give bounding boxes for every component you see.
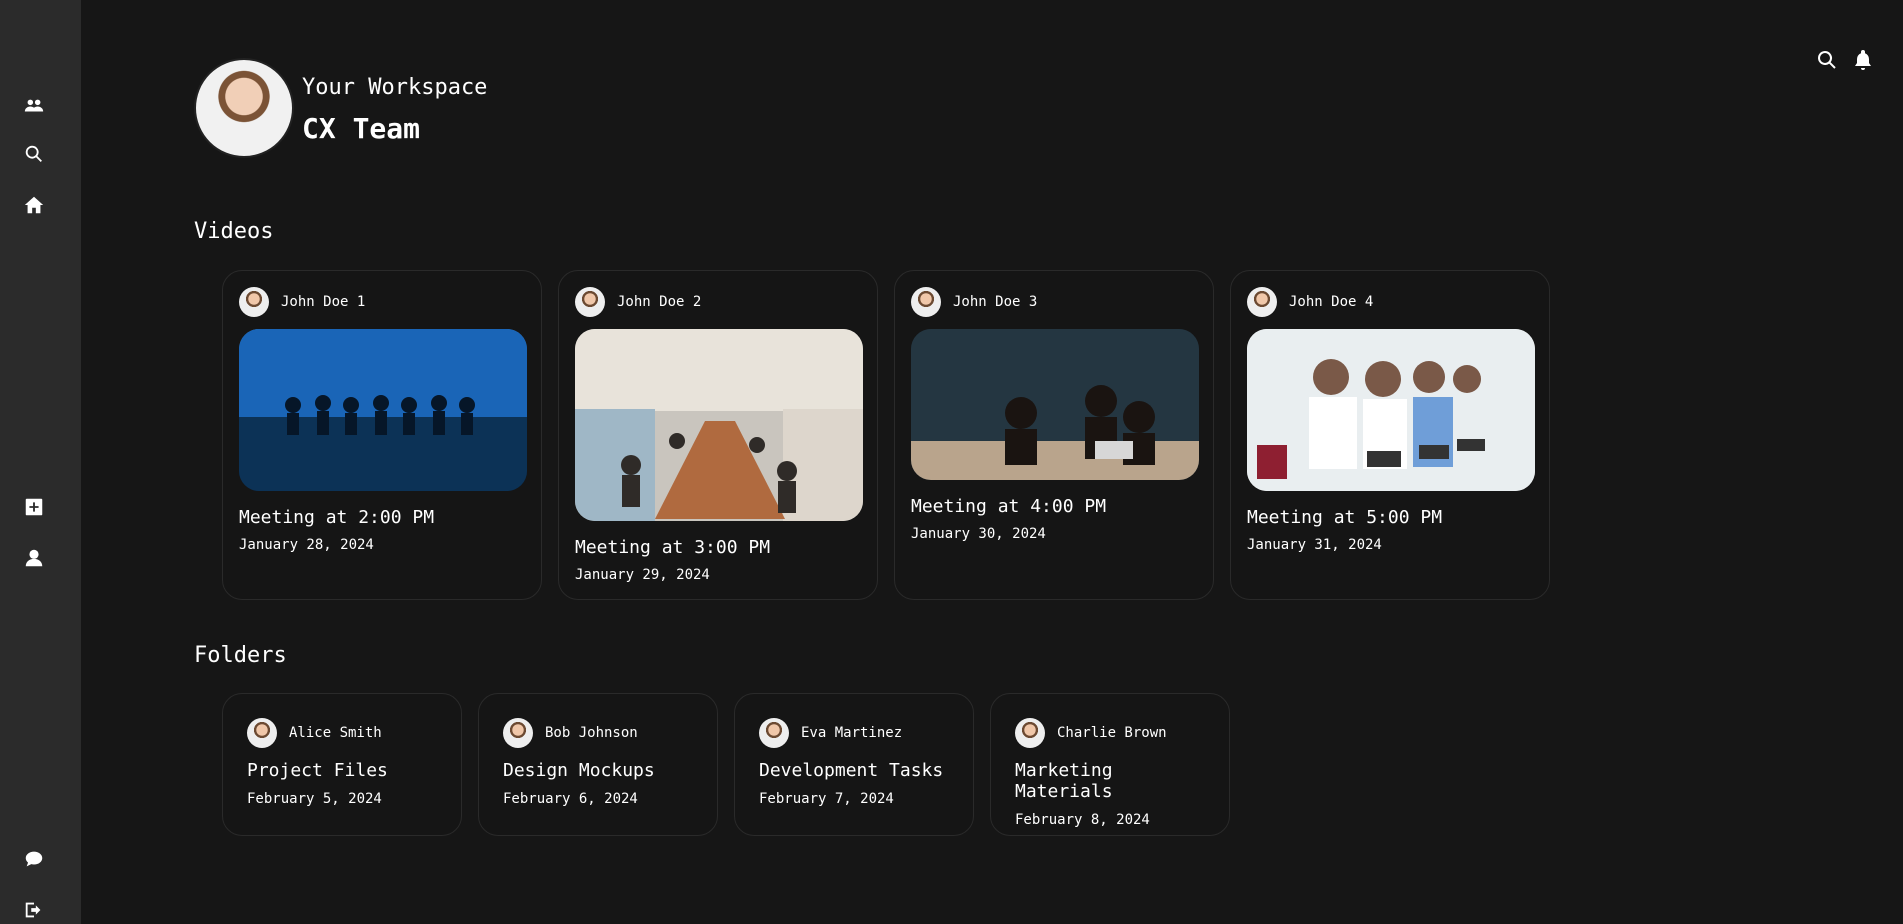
- video-date: January 30, 2024: [911, 526, 1046, 542]
- video-user-name: John Doe 1: [281, 294, 366, 310]
- workspace-header: Your Workspace CX Team: [194, 58, 487, 158]
- video-user-name: John Doe 2: [617, 294, 702, 310]
- video-thumbnail[interactable]: [1247, 329, 1535, 491]
- avatar: [247, 718, 277, 748]
- video-user-name: John Doe 3: [953, 294, 1038, 310]
- video-thumbnail[interactable]: [239, 329, 527, 491]
- video-title: Meeting at 2:00 PM: [239, 507, 435, 528]
- chat-icon[interactable]: [22, 847, 46, 871]
- users-icon[interactable]: [22, 94, 46, 118]
- folder-date: February 8, 2024: [1015, 812, 1150, 828]
- avatar: [759, 718, 789, 748]
- video-title: Meeting at 4:00 PM: [911, 496, 1107, 517]
- add-square-icon[interactable]: [22, 495, 46, 519]
- video-card[interactable]: John Doe 2 Meeting at 3:00 PM January 29…: [558, 270, 878, 600]
- search-icon[interactable]: [22, 142, 46, 166]
- folder-card[interactable]: Bob Johnson Design Mockups February 6, 2…: [478, 693, 718, 836]
- videos-section-title: Videos: [194, 219, 274, 244]
- video-title: Meeting at 3:00 PM: [575, 537, 771, 558]
- video-date: January 28, 2024: [239, 537, 374, 553]
- folder-date: February 7, 2024: [759, 791, 894, 807]
- folder-card[interactable]: Eva Martinez Development Tasks February …: [734, 693, 974, 836]
- folder-title: Project Files: [247, 760, 388, 781]
- folder-card[interactable]: Charlie Brown Marketing Materials Februa…: [990, 693, 1230, 836]
- avatar: [503, 718, 533, 748]
- folder-date: February 6, 2024: [503, 791, 638, 807]
- folder-user-name: Bob Johnson: [545, 725, 638, 741]
- folder-title: Development Tasks: [759, 760, 944, 781]
- workspace-label: Your Workspace: [302, 74, 488, 100]
- video-card[interactable]: John Doe 1 Meeting at 2:00 PM January 28…: [222, 270, 542, 600]
- folder-user-name: Eva Martinez: [801, 725, 903, 741]
- team-name: CX Team: [302, 111, 421, 145]
- avatar: [1247, 287, 1277, 317]
- video-card[interactable]: John Doe 3 Meeting at 4:00 PM January 30…: [894, 270, 1214, 600]
- folder-user-name: Alice Smith: [289, 725, 382, 741]
- folder-date: February 5, 2024: [247, 791, 382, 807]
- video-date: January 31, 2024: [1247, 537, 1382, 553]
- home-icon[interactable]: [22, 193, 46, 217]
- folder-title: Marketing Materials: [1015, 760, 1113, 802]
- folder-user-name: Charlie Brown: [1057, 725, 1167, 741]
- avatar[interactable]: [194, 58, 294, 158]
- video-thumbnail[interactable]: [911, 329, 1199, 480]
- search-icon[interactable]: [1815, 48, 1841, 74]
- user-icon[interactable]: [22, 546, 46, 570]
- folders-section-title: Folders: [194, 643, 287, 668]
- avatar: [1015, 718, 1045, 748]
- logout-icon[interactable]: [22, 898, 46, 922]
- video-thumbnail[interactable]: [575, 329, 863, 521]
- bell-icon[interactable]: [1851, 48, 1877, 74]
- video-card[interactable]: John Doe 4 Meeting at 5:00 PM January 31…: [1230, 270, 1550, 600]
- folder-card[interactable]: Alice Smith Project Files February 5, 20…: [222, 693, 462, 836]
- folder-title: Design Mockups: [503, 760, 655, 781]
- sidebar: [0, 0, 81, 924]
- video-title: Meeting at 5:00 PM: [1247, 507, 1443, 528]
- avatar: [911, 287, 941, 317]
- video-user-name: John Doe 4: [1289, 294, 1374, 310]
- video-date: January 29, 2024: [575, 567, 710, 583]
- avatar: [575, 287, 605, 317]
- avatar: [239, 287, 269, 317]
